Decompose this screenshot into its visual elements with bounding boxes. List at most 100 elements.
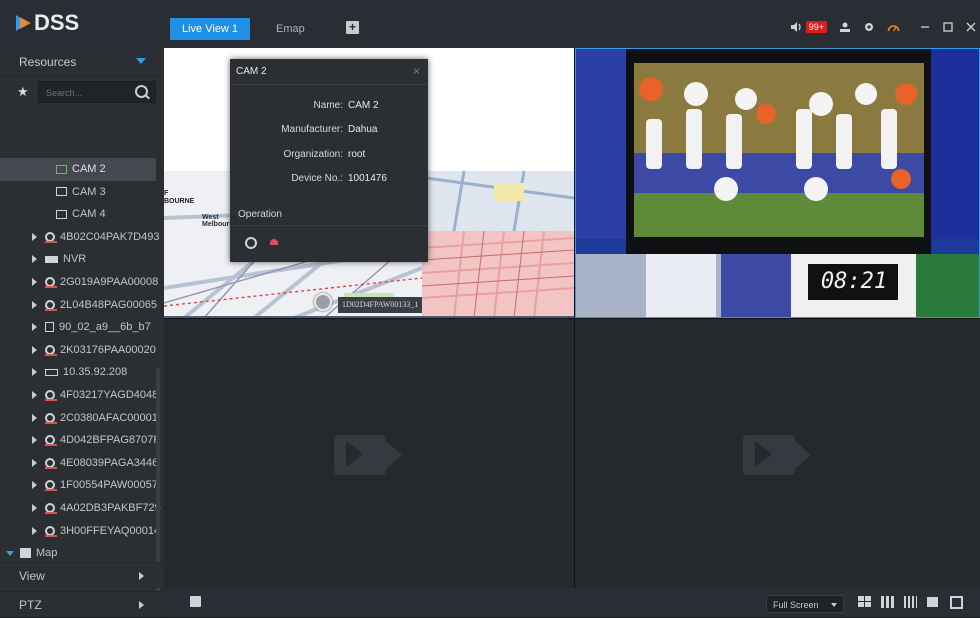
expand-arrow-icon[interactable] — [32, 323, 37, 332]
tree-item[interactable]: 90_02_a9__6b_b7 — [0, 316, 156, 339]
layout-2x2-icon[interactable] — [858, 596, 871, 608]
tree-item-label: 90_02_a9__6b_b7 — [59, 321, 151, 334]
expand-arrow-icon[interactable] — [32, 300, 37, 309]
tree-item-label: 2G019A9PAA00008 — [60, 275, 159, 288]
field-name-label: Name: — [313, 100, 343, 111]
fullscreen-select[interactable]: Full Screen — [766, 595, 844, 613]
maximize-button[interactable] — [943, 22, 953, 32]
tree-item[interactable]: 2K03176PAA00020 — [0, 339, 156, 362]
collapse-arrow-icon[interactable] — [6, 550, 14, 556]
video-timestamp: 08:21 — [820, 269, 888, 294]
expand-arrow-icon[interactable] — [32, 368, 37, 377]
map-device-marker[interactable] — [314, 293, 332, 311]
device-icon — [45, 277, 57, 289]
ptz-panel-toggle[interactable]: PTZ — [0, 591, 164, 617]
custom-layout-icon[interactable] — [927, 596, 940, 608]
alarm-indicator[interactable]: 99+ — [790, 21, 827, 33]
video-pane-empty-3[interactable] — [164, 319, 574, 588]
expand-arrow-icon[interactable] — [32, 436, 37, 445]
tree-item[interactable]: 2L04B48PAG00065 — [0, 294, 157, 317]
tree-item-label: CAM 3 — [72, 185, 106, 198]
camera-info-popup: CAM 2 × Name: CAM 2 Manufacturer: Dahua … — [230, 59, 428, 262]
field-device-no-value: 1001476 — [348, 173, 387, 184]
device-icon — [45, 503, 57, 514]
expand-arrow-icon[interactable] — [32, 458, 37, 467]
performance-button[interactable] — [887, 22, 900, 33]
chevron-right-icon — [139, 572, 144, 580]
video-frame — [576, 49, 979, 317]
expand-arrow-icon[interactable] — [32, 504, 37, 512]
tree-item[interactable]: CAM 4 — [0, 203, 156, 226]
dropdown-arrow-icon — [831, 603, 837, 607]
expand-arrow-icon[interactable] — [32, 232, 37, 241]
user-button[interactable] — [839, 21, 851, 33]
tree-item[interactable]: 4F03217YAGD4048 — [0, 384, 159, 407]
search-input[interactable] — [44, 85, 134, 101]
expand-arrow-icon[interactable] — [32, 278, 37, 287]
encoder-icon — [45, 368, 58, 376]
expand-arrow-icon[interactable] — [32, 345, 37, 354]
logo-text: DSS — [34, 10, 80, 35]
map-edge-label: F BOURNE — [164, 190, 195, 205]
tree-item[interactable]: CAM 3 — [0, 181, 156, 204]
layout-3x3-icon[interactable] — [881, 596, 894, 608]
add-tab-button[interactable]: + — [346, 21, 359, 34]
tree-item[interactable]: 1F00554PAW00057 — [0, 474, 158, 497]
tree-item-label: 4F03217YAGD4048 — [60, 388, 159, 401]
tree-item-label: Map — [36, 547, 58, 560]
settings-button[interactable] — [863, 21, 875, 33]
fullscreen-icon[interactable] — [950, 596, 963, 609]
device-icon — [45, 435, 57, 447]
map-icon — [20, 548, 31, 559]
tree-item[interactable]: 2C0380AFAC00001 — [0, 407, 158, 430]
alarm-badge: 99+ — [805, 21, 827, 33]
field-organization-label: Organization: — [283, 149, 343, 160]
minimize-icon — [921, 26, 929, 28]
tab-live-view-1[interactable]: Live View 1 — [170, 18, 251, 40]
gauge-icon — [887, 24, 900, 31]
tree-item[interactable]: 3H00FFEYAQ00014 — [0, 520, 160, 543]
search-icon[interactable] — [135, 85, 148, 98]
operation-label: Operation — [238, 209, 282, 220]
tree-item[interactable]: 4A02DB3PAKBF729 — [0, 497, 161, 520]
fullscreen-label: Full Screen — [773, 600, 819, 610]
open-video-icon[interactable] — [245, 237, 257, 249]
tab-emap[interactable]: Emap — [264, 18, 317, 40]
field-name-value: CAM 2 — [348, 100, 379, 111]
bottom-toolbar: Full Screen — [164, 588, 980, 617]
video-pane-empty-4[interactable] — [575, 319, 980, 588]
view-panel-toggle[interactable]: View — [0, 562, 164, 588]
expand-arrow-icon[interactable] — [32, 413, 37, 422]
save-icon[interactable] — [190, 596, 201, 607]
expand-arrow-icon[interactable] — [32, 255, 37, 264]
favorite-star-icon[interactable]: ★ — [17, 84, 29, 100]
chevron-right-icon — [139, 601, 144, 609]
expand-arrow-icon[interactable] — [32, 481, 37, 490]
tree-item[interactable]: NVR — [0, 248, 156, 271]
top-right-tools: 99+ — [790, 17, 980, 37]
device-icon — [45, 390, 57, 402]
tree-item[interactable]: 4D042BFPAG8707F — [0, 429, 160, 452]
tree-item-label: CAM 2 — [72, 163, 106, 175]
layout-4x4-icon[interactable] — [904, 596, 917, 608]
tree-item-label: 4E08039PAGA3446 — [60, 456, 159, 469]
field-device-no-label: Device No.: — [291, 173, 343, 184]
resources-header[interactable]: Resources — [0, 48, 164, 77]
tree-item[interactable]: 4B02C04PAK7D493 — [0, 226, 159, 249]
tree-item[interactable]: 2G019A9PAA00008 — [0, 271, 159, 294]
tree-item[interactable]: CAM 2 — [0, 158, 156, 181]
device-icon — [45, 231, 57, 243]
tree-item[interactable]: 10.35.92.208 — [0, 361, 156, 384]
tree-item[interactable]: 4E08039PAGA3446 — [0, 452, 159, 475]
camera-online-icon — [56, 164, 67, 174]
no-video-icon — [334, 429, 404, 479]
video-pane-cam2[interactable]: 08:21 — [575, 48, 980, 318]
expand-arrow-icon[interactable] — [32, 526, 37, 535]
close-icon[interactable]: × — [413, 59, 420, 84]
expand-arrow-icon[interactable] — [32, 391, 37, 400]
close-window-button[interactable] — [966, 22, 976, 32]
dvr-icon — [45, 322, 54, 333]
alarm-icon[interactable] — [270, 239, 278, 245]
minimize-button[interactable] — [920, 22, 930, 32]
tree-item-label: CAM 4 — [72, 208, 106, 221]
